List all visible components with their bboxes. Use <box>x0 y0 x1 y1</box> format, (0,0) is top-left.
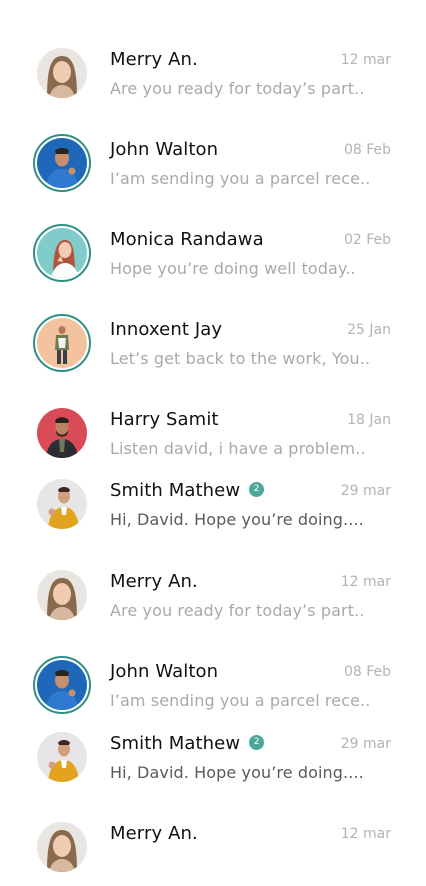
message-date: 12 mar <box>340 52 391 68</box>
avatar <box>33 656 91 714</box>
contact-name: Merry An. <box>110 49 198 70</box>
message-preview: I’am sending you a parcel rece.. <box>110 691 371 710</box>
message-preview: Let’s get back to the work, You.. <box>110 349 371 368</box>
unread-count-badge: 2 <box>249 734 265 750</box>
message-date: 29 mar <box>340 483 391 499</box>
chat-list-item[interactable]: Merry An. 12 mar Are you ready for today… <box>0 562 426 634</box>
message-date: 18 Jan <box>347 412 391 428</box>
avatar <box>37 479 87 529</box>
avatar <box>37 408 87 458</box>
chat-list-item[interactable]: Monica Randawa 02 Feb Hope you’re doing … <box>0 220 426 292</box>
chat-list-item[interactable]: Innoxent Jay 25 Jan Let’s get back to th… <box>0 310 426 382</box>
message-preview: Hi, David. Hope you’re doing.... <box>110 510 364 529</box>
message-preview: Are you ready for today’s part.. <box>110 79 365 98</box>
avatar <box>37 732 87 782</box>
chat-list-item[interactable]: John Walton 08 Feb I’am sending you a pa… <box>0 652 426 724</box>
message-date: 25 Jan <box>347 322 391 338</box>
chat-list-item[interactable]: Smith Mathew 2 29 mar Hi, David. Hope you… <box>0 471 426 543</box>
chat-list-item[interactable]: Smith Mathew 2 29 mar Hi, David. Hope you… <box>0 724 426 796</box>
contact-name: John Walton <box>110 661 219 682</box>
contact-name: Smith Mathew 2 <box>110 480 265 501</box>
avatar <box>33 224 91 282</box>
message-preview: Hope you’re doing well today.. <box>110 259 356 278</box>
contact-name: Merry An. <box>110 571 198 592</box>
chat-list-item[interactable]: John Walton 08 Feb I’am sending you a pa… <box>0 130 426 202</box>
chat-list-item[interactable]: Harry Samit 18 Jan Listen david, i have … <box>0 400 426 472</box>
contact-name: Monica Randawa <box>110 229 264 250</box>
contact-name-text: Smith Mathew <box>110 480 241 501</box>
contact-name-text: Smith Mathew <box>110 733 241 754</box>
message-preview: Are you ready for today’s part.. <box>110 601 365 620</box>
contact-name: Merry An. <box>110 823 198 844</box>
message-preview: I’am sending you a parcel rece.. <box>110 169 371 188</box>
chat-list-item[interactable]: Merry An. 12 mar Are you ready for today… <box>0 40 426 112</box>
avatar <box>37 822 87 872</box>
message-date: 08 Feb <box>343 664 391 680</box>
contact-name: John Walton <box>110 139 219 160</box>
message-date: 12 mar <box>340 574 391 590</box>
unread-count-badge: 2 <box>249 481 265 497</box>
avatar <box>37 48 87 98</box>
chat-list-item[interactable]: Merry An. 12 mar <box>0 814 426 886</box>
contact-name: Harry Samit <box>110 409 219 430</box>
message-date: 02 Feb <box>343 232 391 248</box>
message-date: 12 mar <box>340 826 391 842</box>
message-date: 29 mar <box>340 736 391 752</box>
message-preview: Hi, David. Hope you’re doing.... <box>110 763 364 782</box>
message-preview: Listen david, i have a problem.. <box>110 439 366 458</box>
contact-name: Smith Mathew 2 <box>110 733 265 754</box>
message-date: 08 Feb <box>343 142 391 158</box>
avatar <box>37 570 87 620</box>
avatar <box>33 134 91 192</box>
contact-name: Innoxent Jay <box>110 319 223 340</box>
avatar <box>33 314 91 372</box>
